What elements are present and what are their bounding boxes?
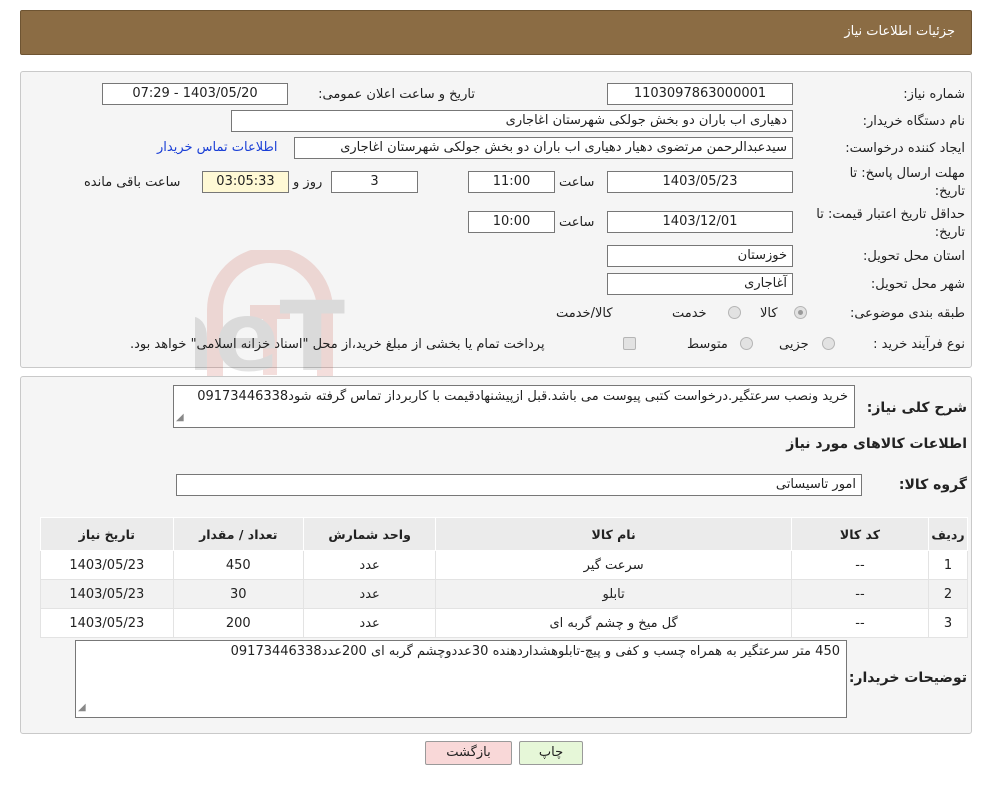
buyer-notes-label: توضیحات خریدار: [848, 670, 967, 686]
deadline-label: مهلت ارسال پاسخ: تا [849, 166, 965, 181]
days-field: 3 [331, 171, 418, 193]
category-label: طبقه بندی موضوعی: [849, 306, 965, 321]
item-unit: عدد [302, 608, 437, 638]
buyer-contact-link[interactable]: اطلاعات تماس خریدار [157, 140, 277, 155]
days-label: روز و [293, 175, 323, 190]
col-date: تاریخ نیاز [40, 517, 174, 551]
buyer-org-label: نام دستگاه خریدار: [862, 114, 965, 129]
description-text: خرید ونصب سرعتگیر.درخواست کتبی پیوست می … [197, 389, 848, 404]
table-row: 2 -- تابلو عدد 30 1403/05/23 [40, 579, 968, 609]
table-row: 3 -- گل میخ و چشم گربه ای عدد 200 1403/0… [40, 608, 968, 638]
item-code: -- [790, 579, 930, 609]
col-name: نام کالا [435, 517, 792, 551]
category-radio-goods[interactable] [794, 306, 807, 319]
remaining-label: ساعت باقی مانده [84, 175, 181, 190]
category-option-goods-service: کالا/خدمت [556, 306, 613, 321]
item-name: گل میخ و چشم گربه ای [435, 608, 792, 638]
buyer-notes-text: 450 متر سرعتگیر به همراه چسب و کفی و پیچ… [230, 644, 840, 659]
purchase-radio-medium[interactable] [740, 337, 753, 350]
deadline-time-field: 11:00 [468, 171, 555, 193]
province-label: استان محل تحویل: [863, 249, 965, 264]
deadline-time-label: ساعت [559, 175, 595, 190]
row-number: 2 [928, 579, 968, 609]
need-number-field: 1103097863000001 [607, 83, 793, 105]
need-number-label: شماره نیاز: [903, 87, 965, 102]
purchase-radio-minor[interactable] [822, 337, 835, 350]
col-unit: واحد شمارش [302, 517, 437, 551]
city-field: آغاجاری [607, 273, 793, 295]
deadline-date-field: 1403/05/23 [607, 171, 793, 193]
treasury-checkbox[interactable] [623, 337, 636, 350]
item-date: 1403/05/23 [40, 550, 174, 580]
validity-time-field: 10:00 [468, 211, 555, 233]
row-number: 3 [928, 608, 968, 638]
remaining-time-field: 03:05:33 [202, 171, 289, 193]
item-qty: 450 [172, 550, 304, 580]
province-field: خوزستان [607, 245, 793, 267]
city-label: شهر محل تحویل: [870, 277, 965, 292]
description-textarea[interactable]: خرید ونصب سرعتگیر.درخواست کتبی پیوست می … [173, 385, 855, 428]
item-unit: عدد [302, 579, 437, 609]
item-date: 1403/05/23 [40, 579, 174, 609]
category-option-service: خدمت [672, 306, 707, 321]
resize-grip-icon[interactable]: ◢ [176, 409, 184, 426]
page-header: جزئیات اطلاعات نیاز [20, 10, 972, 55]
item-date: 1403/05/23 [40, 608, 174, 638]
item-code: -- [790, 550, 930, 580]
validity-label: حداقل تاریخ اعتبار قیمت: تا [816, 207, 965, 222]
item-code: -- [790, 608, 930, 638]
announce-field: 1403/05/20 - 07:29 [102, 83, 288, 105]
goods-section-title: اطلاعات کالاهای مورد نیاز [786, 436, 967, 452]
validity-date-field: 1403/12/01 [607, 211, 793, 233]
treasury-note: پرداخت تمام یا بخشی از مبلغ خرید،از محل … [130, 337, 545, 352]
col-code: کد کالا [790, 517, 930, 551]
back-button[interactable]: بازگشت [425, 741, 512, 765]
goods-group-field: امور تاسیساتی [176, 474, 862, 496]
goods-group-label: گروه کالا: [898, 477, 967, 493]
col-qty: تعداد / مقدار [172, 517, 304, 551]
purchase-type-label: نوع فرآیند خرید : [873, 337, 965, 352]
item-qty: 30 [172, 579, 304, 609]
item-name: سرعت گیر [435, 550, 792, 580]
item-unit: عدد [302, 550, 437, 580]
description-label: شرح کلی نیاز: [866, 400, 967, 416]
col-row: ردیف [928, 517, 968, 551]
goods-table: ردیف کد کالا نام کالا واحد شمارش تعداد /… [40, 517, 968, 638]
goods-table-header: ردیف کد کالا نام کالا واحد شمارش تعداد /… [40, 517, 968, 551]
validity-label-2: تاریخ: [934, 225, 965, 240]
category-radio-service[interactable] [728, 306, 741, 319]
table-row: 1 -- سرعت گیر عدد 450 1403/05/23 [40, 550, 968, 580]
creator-field: سیدعبدالرحمن مرتضوی دهیار دهیاری اب بارا… [294, 137, 793, 159]
category-option-goods: کالا [760, 306, 778, 321]
buyer-org-field: دهیاری اب باران دو بخش جولکی شهرستان اغا… [231, 110, 793, 132]
validity-time-label: ساعت [559, 215, 595, 230]
item-name: تابلو [435, 579, 792, 609]
page-title: جزئیات اطلاعات نیاز [844, 24, 955, 39]
purchase-option-minor: جزیی [779, 337, 809, 352]
deadline-label-2: تاریخ: [934, 184, 965, 199]
resize-grip-icon[interactable]: ◢ [78, 699, 86, 716]
announce-label: تاریخ و ساعت اعلان عمومی: [318, 87, 475, 102]
purchase-option-medium: متوسط [687, 337, 728, 352]
item-qty: 200 [172, 608, 304, 638]
creator-label: ایجاد کننده درخواست: [845, 141, 965, 156]
print-button[interactable]: چاپ [519, 741, 583, 765]
buyer-notes-textarea[interactable]: 450 متر سرعتگیر به همراه چسب و کفی و پیچ… [75, 640, 847, 718]
row-number: 1 [928, 550, 968, 580]
